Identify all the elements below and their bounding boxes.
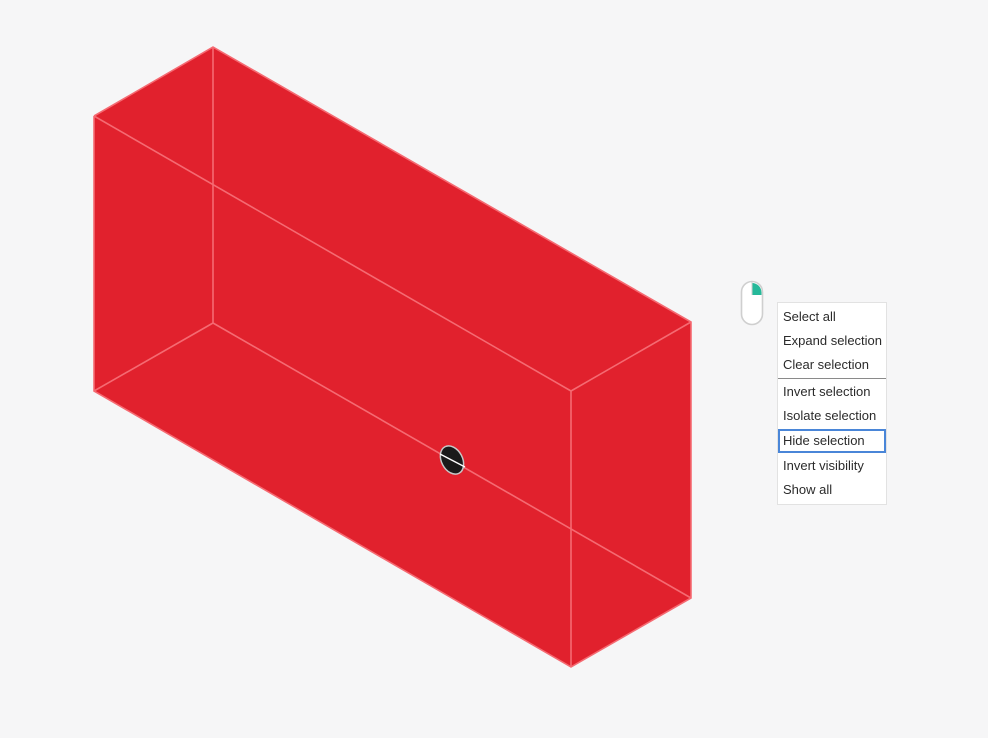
context-menu: Select all Expand selection Clear select…: [777, 302, 887, 505]
menu-item-invert-selection[interactable]: Invert selection: [778, 380, 886, 404]
menu-item-hide-selection[interactable]: Hide selection: [778, 429, 886, 453]
menu-item-isolate-selection[interactable]: Isolate selection: [778, 404, 886, 428]
box-face[interactable]: [94, 47, 691, 667]
menu-item-expand-selection[interactable]: Expand selection: [778, 329, 886, 353]
menu-item-show-all[interactable]: Show all: [778, 478, 886, 502]
menu-item-select-all[interactable]: Select all: [778, 305, 886, 329]
mouse-right-click-icon: [740, 280, 764, 326]
menu-item-invert-visibility[interactable]: Invert visibility: [778, 454, 886, 478]
menu-item-clear-selection[interactable]: Clear selection: [778, 353, 886, 377]
menu-divider: [778, 378, 886, 379]
